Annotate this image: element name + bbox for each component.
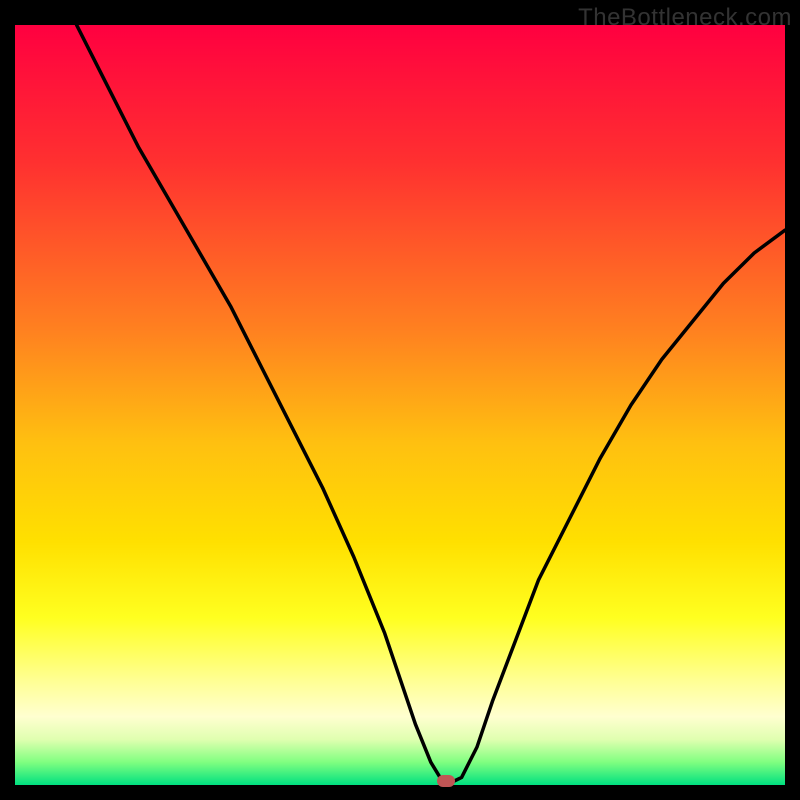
bottleneck-curve — [15, 25, 785, 785]
watermark-text: TheBottleneck.com — [578, 4, 792, 32]
optimum-marker — [437, 775, 455, 787]
plot-area — [15, 25, 785, 785]
chart-frame — [15, 25, 785, 785]
